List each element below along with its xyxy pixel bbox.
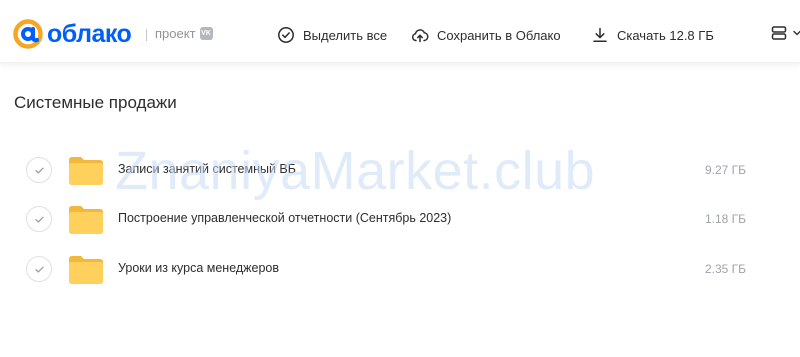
- item-checkbox[interactable]: [26, 157, 52, 183]
- item-name: Построение управленческой отчетности (Се…: [118, 211, 452, 225]
- item-checkbox[interactable]: [26, 206, 52, 232]
- folder-icon: [69, 206, 103, 234]
- folder-icon: [69, 256, 103, 284]
- check-icon: [34, 216, 44, 223]
- chevron-down-icon: [793, 30, 800, 36]
- list-item[interactable]: Уроки из курса менеджеров 2.35 ГБ: [14, 247, 784, 293]
- check-icon: [34, 167, 44, 174]
- download-label: Скачать 12.8 ГБ: [617, 27, 714, 43]
- header: облако проект VK Выделить все Сохранить …: [0, 0, 800, 63]
- check-circle-icon: [278, 27, 294, 43]
- vk-badge: VK: [199, 27, 213, 40]
- download-icon: [593, 27, 607, 43]
- logo-at-icon: [13, 19, 43, 49]
- project-text: проект: [155, 26, 196, 41]
- list-view-icon: [771, 26, 787, 40]
- logo[interactable]: облако: [12, 18, 132, 50]
- select-all-button[interactable]: Выделить все: [277, 24, 387, 46]
- item-size: 1.18 ГБ: [704, 212, 746, 226]
- item-size: 2.35 ГБ: [704, 262, 746, 276]
- item-checkbox[interactable]: [26, 256, 52, 282]
- save-to-cloud-button[interactable]: Сохранить в Облако: [411, 24, 561, 46]
- item-name: Уроки из курса менеджеров: [118, 261, 280, 275]
- check-icon: [34, 266, 44, 273]
- item-name: Записи занятий системный ВБ: [118, 162, 296, 176]
- save-to-cloud-label: Сохранить в Облако: [437, 27, 561, 43]
- item-size: 9.27 ГБ: [704, 163, 746, 177]
- page-title: Системные продажи: [14, 93, 177, 112]
- logo-text: облако: [47, 20, 132, 48]
- select-all-label: Выделить все: [303, 27, 388, 43]
- list-item[interactable]: Записи занятий системный ВБ 9.27 ГБ: [14, 148, 784, 194]
- logo-divider: [146, 29, 147, 41]
- list-item[interactable]: Построение управленческой отчетности (Се…: [14, 197, 784, 243]
- folder-icon: [69, 157, 103, 185]
- view-toggle-button[interactable]: [770, 24, 800, 42]
- download-button[interactable]: Скачать 12.8 ГБ: [591, 24, 714, 46]
- project-label: проект VK: [155, 26, 213, 41]
- cloud-upload-icon: [411, 29, 429, 43]
